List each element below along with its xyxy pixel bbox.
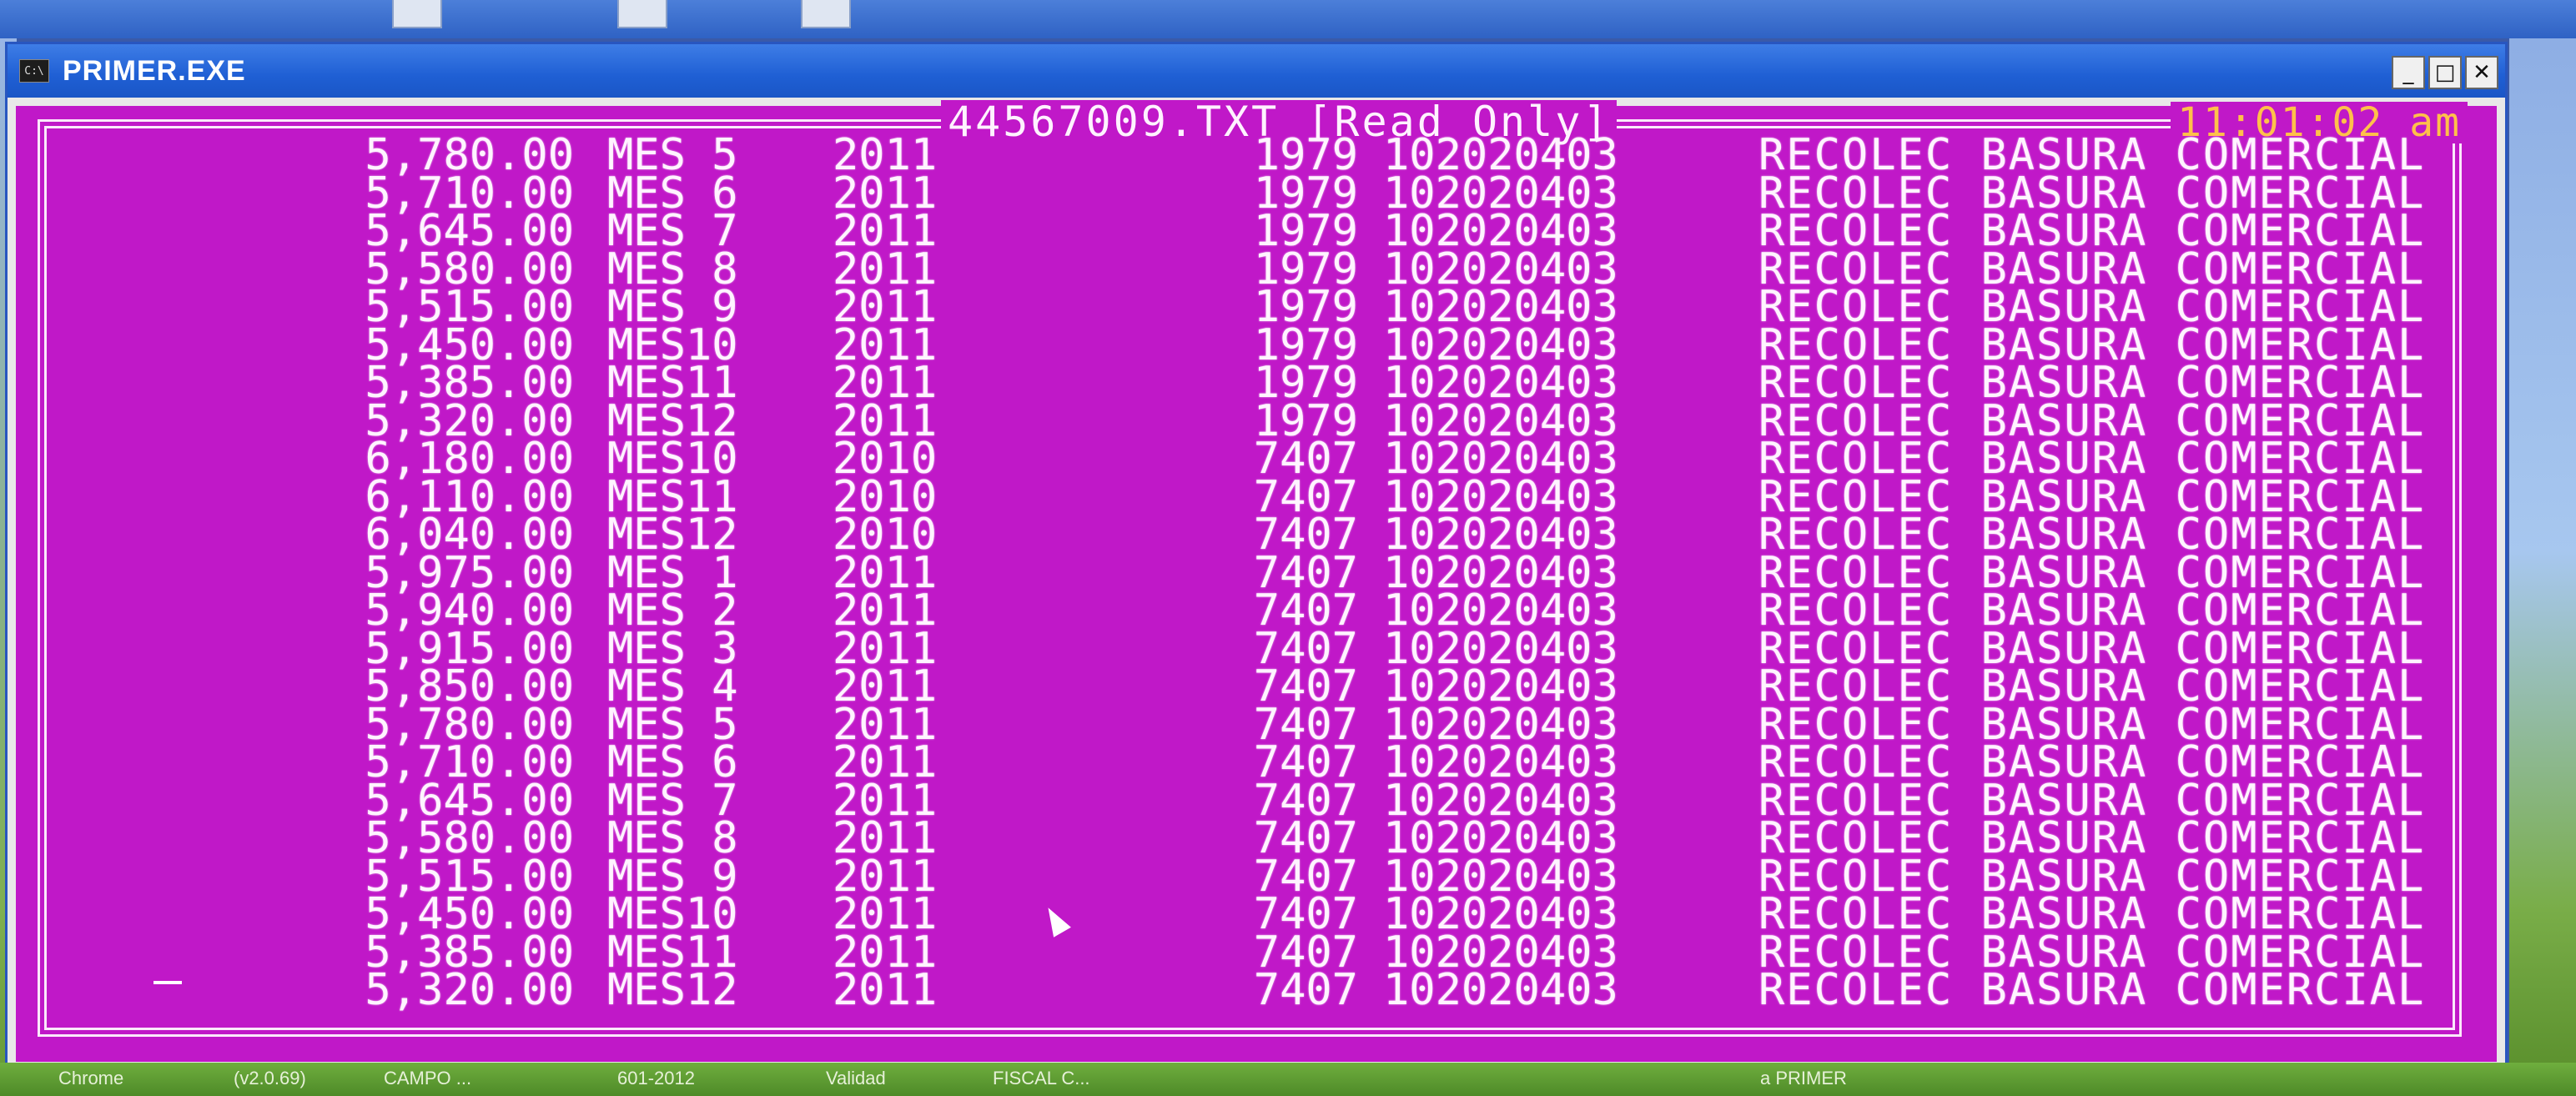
taskbar-item[interactable]: (v2.0.69) [234, 1068, 306, 1093]
taskbar-item[interactable]: 601-2012 [617, 1068, 695, 1093]
row-account: 102020403 [1383, 965, 1618, 1015]
row-year: 2011 [833, 965, 938, 1015]
taskbar-item[interactable]: Validad [826, 1068, 886, 1093]
record-list: 5,780.00 MES 5 2011 1979 102020403 RECOLEC BA… [40, 133, 2459, 1015]
console-app-icon[interactable]: C:\ [19, 59, 49, 83]
window-controls: _ □ ✕ [2392, 56, 2498, 89]
taskbar-item[interactable]: Chrome [58, 1068, 123, 1093]
console-frame: 44567009.TXT [Read Only] 11:01:02 am 5,7… [38, 100, 2468, 1037]
text-cursor [153, 981, 182, 984]
console-screen[interactable]: 44567009.TXT [Read Only] 11:01:02 am 5,7… [16, 100, 2497, 1062]
row-description: RECOLEC BASURA COMERCIAL [1758, 965, 2426, 1015]
desktop-shortcut-icon[interactable] [617, 0, 667, 28]
row-amount: 5,320.00 [365, 965, 574, 1015]
desktop-top-strip [0, 0, 2576, 38]
console-window: C:\ PRIMER.EXE _ □ ✕ 44567009.TXT [Read … [5, 42, 2508, 1068]
minimize-button[interactable]: _ [2392, 56, 2425, 89]
desktop-shortcut-icon[interactable] [392, 0, 442, 28]
taskbar-item[interactable]: CAMPO ... [384, 1068, 471, 1093]
desktop-right-strip [2509, 38, 2576, 1064]
desktop-shortcut-icon[interactable] [801, 0, 851, 28]
taskbar-item[interactable]: a PRIMER [1760, 1068, 1847, 1093]
maximize-button[interactable]: □ [2428, 56, 2462, 89]
close-button[interactable]: ✕ [2465, 56, 2498, 89]
table-row: 5,320.00 MES12 2011 7407 102020403 RECOLEC BA… [40, 965, 2459, 1015]
window-titlebar[interactable]: C:\ PRIMER.EXE _ □ ✕ [8, 44, 2505, 98]
row-month: MES12 [607, 965, 738, 1015]
taskbar-item[interactable]: FISCAL C... [993, 1068, 1090, 1093]
taskbar: Chrome (v2.0.69) CAMPO ... 601-2012 Validad F… [0, 1063, 2576, 1096]
row-code: 7407 [1253, 965, 1358, 1015]
window-title: PRIMER.EXE [63, 54, 246, 87]
